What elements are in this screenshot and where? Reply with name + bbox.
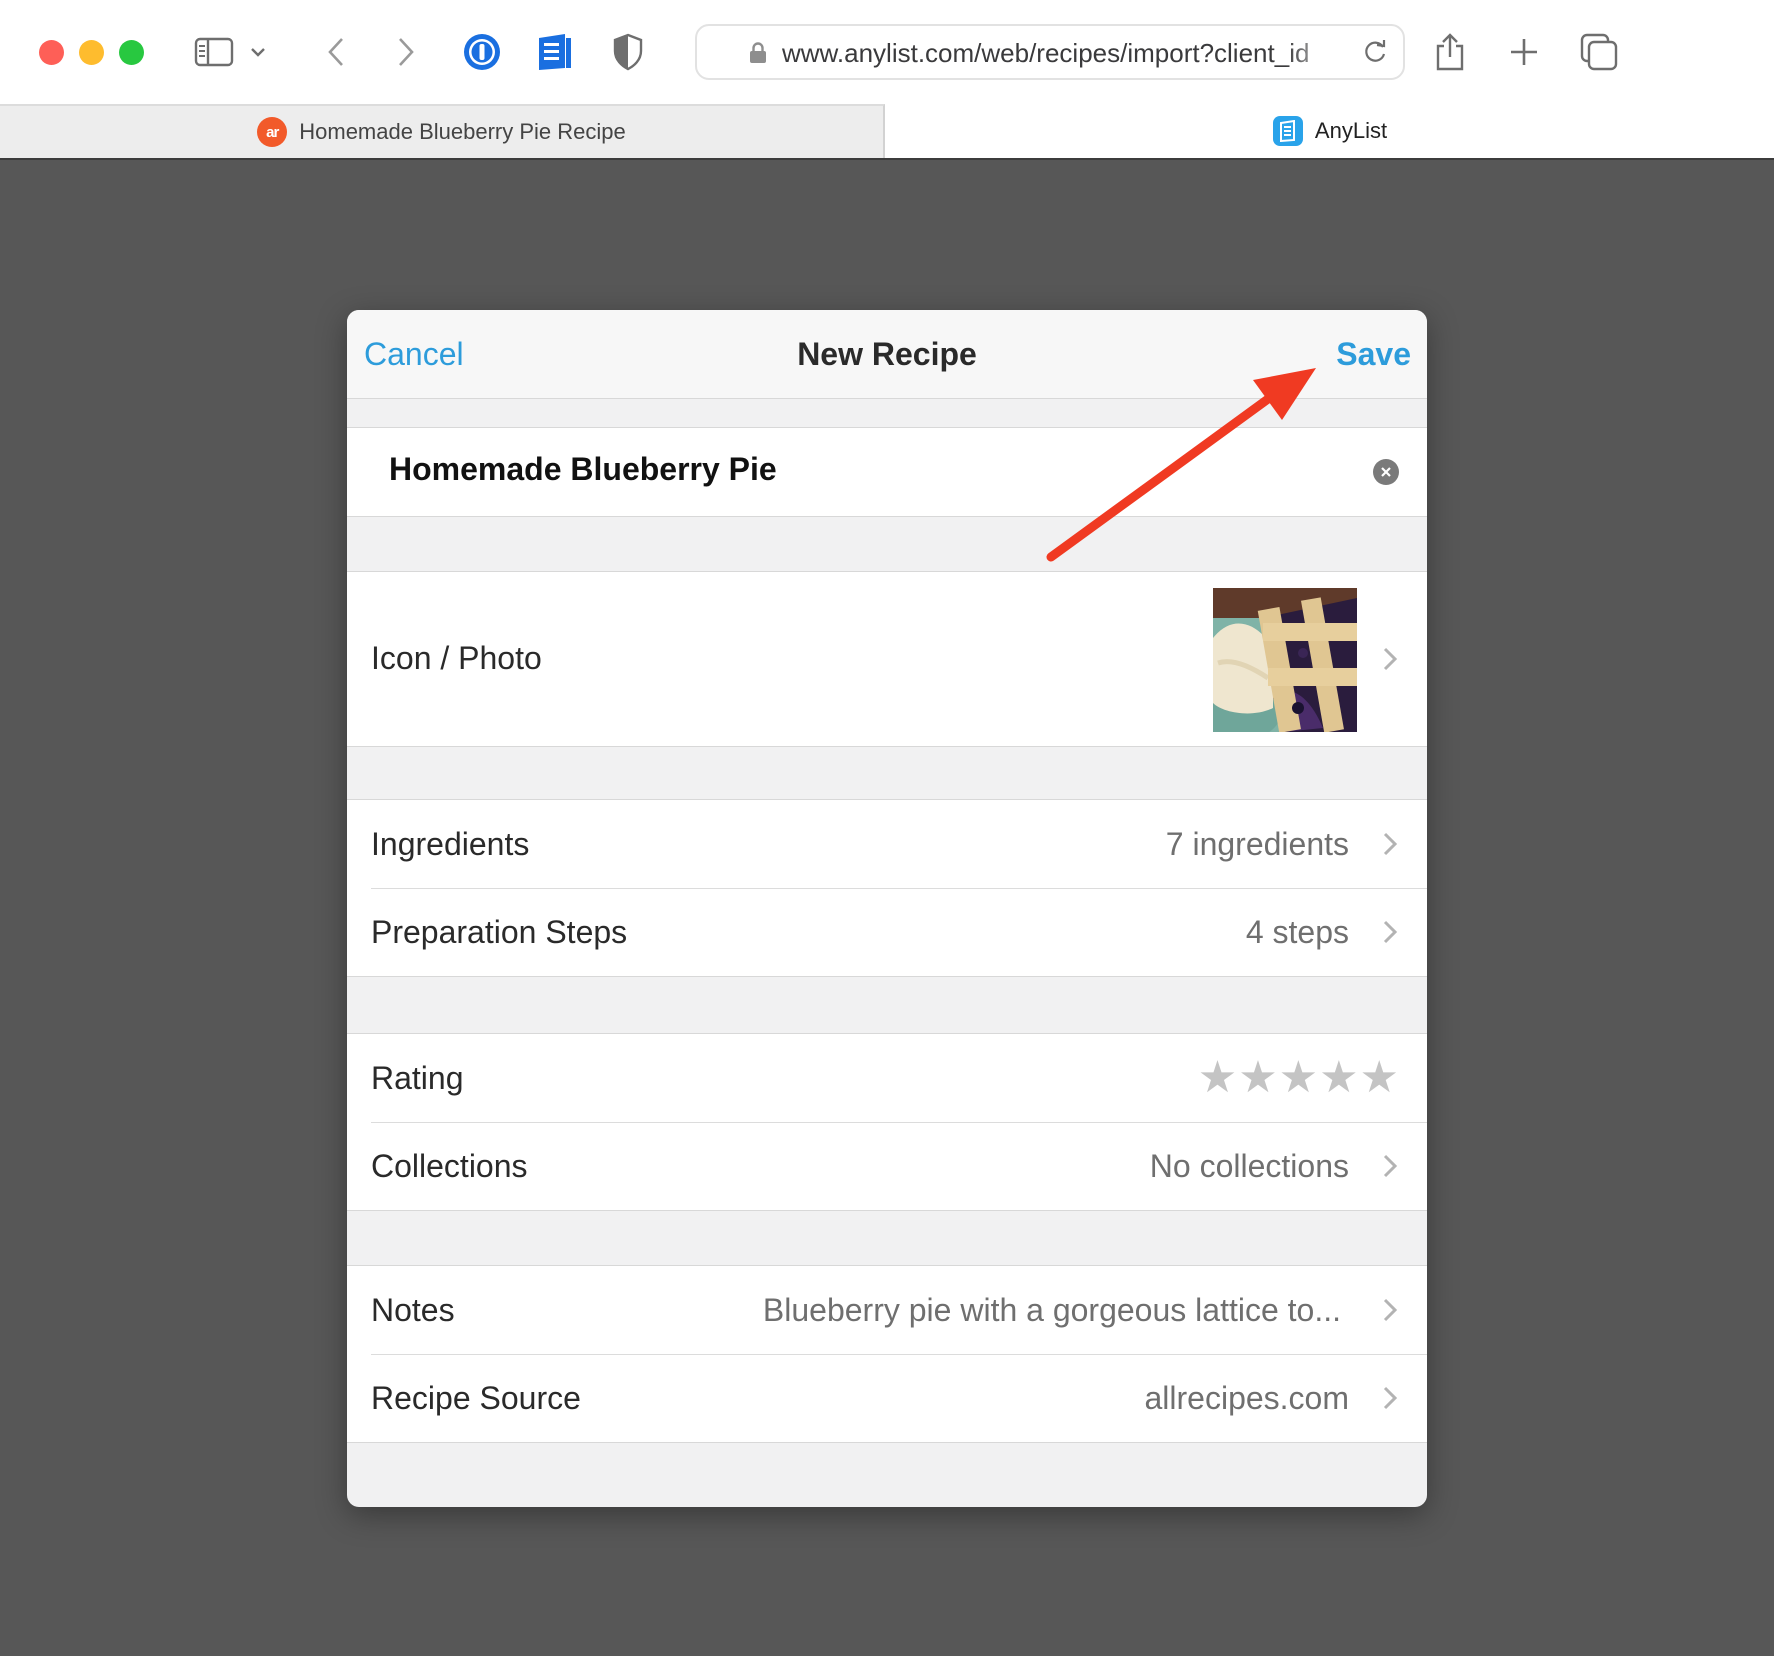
- star-icon[interactable]: ★: [1238, 1056, 1277, 1100]
- close-window-button[interactable]: [39, 40, 64, 65]
- page-overlay: Cancel New Recipe Save Icon / Photo: [0, 160, 1774, 1656]
- sidebar-toggle-icon[interactable]: [192, 30, 236, 74]
- tab-label: AnyList: [1314, 118, 1388, 143]
- recipe-source-row[interactable]: Recipe Source allrecipes.com: [347, 1354, 1427, 1442]
- back-icon[interactable]: [314, 30, 358, 74]
- notes-row[interactable]: Notes Blueberry pie with a gorgeous latt…: [347, 1266, 1427, 1354]
- save-button[interactable]: Save: [1336, 336, 1411, 373]
- collections-value: No collections: [1149, 1148, 1349, 1184]
- recipe-source-value: allrecipes.com: [1144, 1380, 1349, 1416]
- reload-icon[interactable]: [1361, 38, 1389, 66]
- notes-label: Notes: [371, 1292, 455, 1328]
- preparation-steps-label: Preparation Steps: [371, 914, 628, 950]
- rating-stars: ★ ★ ★ ★ ★: [1197, 1056, 1399, 1100]
- notes-value: Blueberry pie with a gorgeous lattice to…: [762, 1292, 1341, 1328]
- rating-label: Rating: [371, 1060, 464, 1096]
- chevron-right-icon: [1383, 1298, 1398, 1322]
- browser-toolbar: www.anylist.com/web/recipes/import?clien…: [0, 0, 1774, 104]
- steps-count: 4 steps: [1245, 914, 1349, 950]
- forward-icon[interactable]: [384, 30, 428, 74]
- chevron-down-icon[interactable]: [246, 30, 270, 74]
- collections-label: Collections: [371, 1148, 528, 1184]
- collections-row[interactable]: Collections No collections: [347, 1122, 1427, 1210]
- notes-source-group: Notes Blueberry pie with a gorgeous latt…: [347, 1265, 1427, 1443]
- recipe-photo: [1213, 588, 1357, 732]
- ingredients-steps-group: Ingredients 7 ingredients Preparation St…: [347, 799, 1427, 977]
- star-icon[interactable]: ★: [1319, 1056, 1358, 1100]
- recipe-name-input[interactable]: [387, 450, 1291, 489]
- anylist-icon: [1272, 116, 1303, 146]
- chevron-right-icon: [1383, 920, 1398, 944]
- address-bar[interactable]: www.anylist.com/web/recipes/import?clien…: [695, 24, 1405, 80]
- tab-overview-icon[interactable]: [1577, 30, 1621, 74]
- preparation-steps-row[interactable]: Preparation Steps 4 steps: [347, 888, 1427, 976]
- zoom-window-button[interactable]: [119, 40, 144, 65]
- tab-homemade-blueberry-pie[interactable]: ar Homemade Blueberry Pie Recipe: [0, 104, 885, 158]
- icon-photo-label: Icon / Photo: [371, 640, 542, 676]
- shield-icon[interactable]: [606, 30, 650, 74]
- new-recipe-dialog: Cancel New Recipe Save Icon / Photo: [347, 310, 1427, 1507]
- share-icon[interactable]: [1428, 30, 1472, 74]
- star-icon[interactable]: ★: [1198, 1056, 1237, 1100]
- new-tab-icon[interactable]: [1502, 30, 1546, 74]
- star-icon[interactable]: ★: [1279, 1056, 1318, 1100]
- minimize-window-button[interactable]: [79, 40, 104, 65]
- allrecipes-icon: ar: [257, 117, 288, 147]
- lock-icon: [750, 42, 766, 63]
- rating-collections-group: Rating ★ ★ ★ ★ ★ Collections No collecti…: [347, 1033, 1427, 1211]
- ingredients-row[interactable]: Ingredients 7 ingredients: [347, 800, 1427, 888]
- ingredients-count: 7 ingredients: [1165, 826, 1349, 862]
- recipe-source-label: Recipe Source: [371, 1380, 581, 1416]
- clear-icon[interactable]: [1373, 459, 1399, 485]
- dialog-title: New Recipe: [797, 336, 977, 372]
- ingredients-label: Ingredients: [371, 826, 530, 862]
- icon-photo-row[interactable]: Icon / Photo: [347, 572, 1427, 746]
- url-text: www.anylist.com/web/recipes/import?clien…: [782, 38, 1310, 68]
- rating-row: Rating ★ ★ ★ ★ ★: [347, 1034, 1427, 1122]
- dialog-header: Cancel New Recipe Save: [347, 310, 1427, 399]
- chevron-right-icon: [1383, 647, 1398, 671]
- chevron-right-icon: [1383, 832, 1398, 856]
- star-icon[interactable]: ★: [1360, 1056, 1399, 1100]
- tab-label: Homemade Blueberry Pie Recipe: [299, 119, 626, 144]
- photo-group: Icon / Photo: [347, 571, 1427, 747]
- recipe-name-row: [347, 428, 1427, 516]
- recipe-name-group: [347, 427, 1427, 517]
- tab-anylist[interactable]: AnyList: [886, 104, 1774, 158]
- chevron-right-icon: [1383, 1154, 1398, 1178]
- chevron-right-icon: [1383, 1386, 1398, 1410]
- password-manager-icon[interactable]: [460, 30, 504, 74]
- list-extension-icon[interactable]: [532, 30, 576, 74]
- tab-bar: ar Homemade Blueberry Pie Recipe AnyList: [0, 104, 1774, 160]
